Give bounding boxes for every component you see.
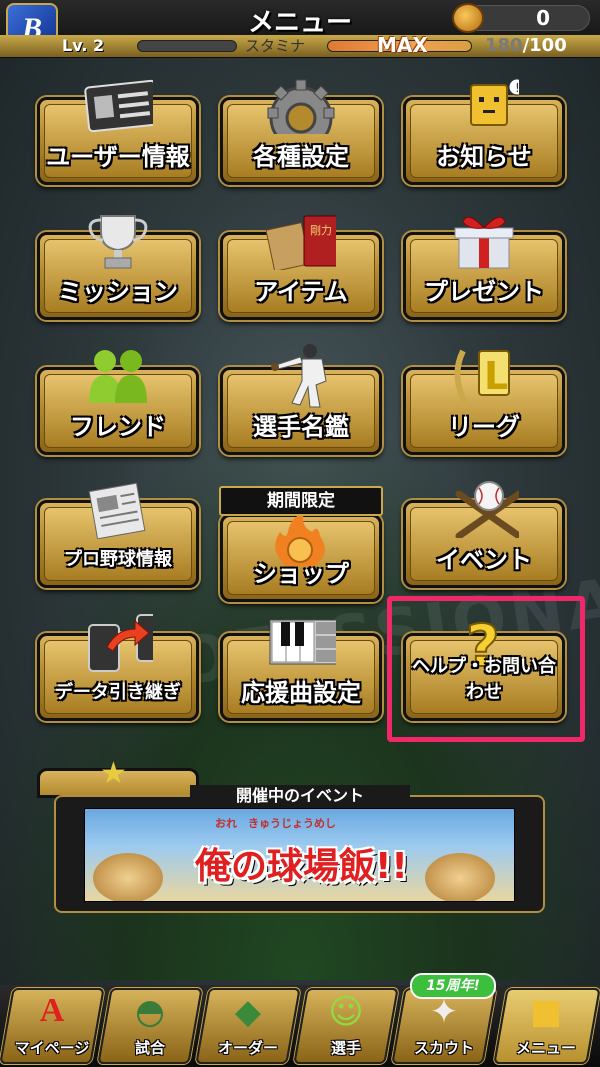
menu-data-transfer-label: データ引き継ぎ bbox=[55, 682, 181, 703]
menu-league-button[interactable]: L リーグ bbox=[403, 349, 565, 455]
stamina-label: スタミナ bbox=[245, 37, 306, 55]
piano-icon bbox=[266, 614, 336, 669]
menu-item-button[interactable]: 剛力 アイテム bbox=[220, 215, 382, 320]
svg-text:L: L bbox=[484, 354, 508, 398]
nav-order-label: オーダー bbox=[217, 1039, 278, 1057]
menu-data-transfer-button[interactable]: データ引き継ぎ bbox=[37, 613, 199, 721]
menu-settings-button[interactable]: 各種設定 bbox=[220, 79, 382, 185]
menu-news-button[interactable]: ! お知らせ bbox=[403, 78, 565, 185]
gear-icon bbox=[266, 78, 336, 134]
item-book-icon: 剛力 bbox=[266, 213, 336, 270]
menu-pro-baseball-info-button[interactable]: プロ野球情報 bbox=[37, 482, 199, 588]
nav-mypage-label: マイページ bbox=[14, 1039, 90, 1057]
mypage-a-icon: A bbox=[39, 992, 65, 1029]
menu-player-directory-label: 選手名鑑 bbox=[253, 413, 349, 441]
event-banner-ruby: おれ きゅうじょうめし bbox=[215, 817, 336, 830]
level-label: Lv. 2 bbox=[62, 36, 105, 55]
anniversary-badge: 15周年! bbox=[410, 973, 496, 999]
menu-present-label: プレゼント bbox=[424, 278, 544, 306]
nav-scout-label: スカウト bbox=[413, 1039, 474, 1057]
coin-value: 0 bbox=[536, 6, 550, 30]
player-icon: ☺ bbox=[328, 992, 364, 1032]
menu-friend-button[interactable]: フレンド bbox=[37, 349, 199, 455]
menu-league-label: リーグ bbox=[448, 413, 520, 441]
menu-pro-baseball-info-label: プロ野球情報 bbox=[64, 549, 172, 570]
nav-player-label: 選手 bbox=[330, 1039, 361, 1057]
menu-box-icon: ■ bbox=[529, 992, 563, 1032]
event-panel-title: 開催中のイベント bbox=[190, 785, 410, 807]
menu-cheer-song-button[interactable]: 応援曲設定 bbox=[220, 619, 382, 721]
gift-icon bbox=[449, 213, 519, 268]
nav-game-label: 試合 bbox=[134, 1039, 165, 1057]
food-plate-icon bbox=[93, 853, 163, 901]
menu-shop-button[interactable]: ショップ bbox=[220, 511, 382, 602]
trophy-icon bbox=[83, 213, 153, 268]
menu-friend-label: フレンド bbox=[70, 413, 166, 441]
league-laurel-icon: L bbox=[449, 348, 519, 404]
limited-time-badge: 期間限定 bbox=[219, 486, 383, 516]
menu-item-label: アイテム bbox=[254, 278, 348, 306]
pitcher-icon bbox=[266, 343, 336, 407]
menu-user-info-label: ユーザー情報 bbox=[46, 143, 190, 171]
id-card-icon bbox=[83, 78, 153, 133]
menu-shop-label: ショップ bbox=[253, 560, 349, 588]
svg-text:!: ! bbox=[515, 81, 519, 95]
menu-mission-label: ミッション bbox=[58, 278, 178, 306]
field-order-icon: ◆ bbox=[234, 992, 262, 1032]
notice-box-icon: ! bbox=[449, 78, 519, 133]
menu-news-label: お知らせ bbox=[436, 143, 532, 171]
ramen-bowl-icon bbox=[425, 853, 495, 901]
menu-cheer-song-label: 応援曲設定 bbox=[241, 679, 361, 707]
menu-settings-label: 各種設定 bbox=[253, 143, 349, 171]
menu-player-directory-button[interactable]: 選手名鑑 bbox=[220, 343, 382, 455]
stamina-max-label: MAX bbox=[377, 33, 428, 57]
event-banner-title: 俺の球場飯!! bbox=[195, 846, 408, 887]
nav-menu-label: メニュー bbox=[515, 1039, 576, 1057]
menu-present-button[interactable]: プレゼント bbox=[403, 216, 565, 320]
event-banner[interactable]: おれ きゅうじょうめし 俺の球場飯!! bbox=[84, 808, 515, 902]
menu-event-button[interactable]: イベント bbox=[403, 480, 565, 588]
svg-text:剛力: 剛力 bbox=[310, 224, 332, 237]
newspaper-icon bbox=[83, 481, 153, 539]
baseball-bats-icon bbox=[449, 480, 519, 538]
star-icon: ★ bbox=[100, 756, 127, 791]
menu-event-label: イベント bbox=[436, 546, 532, 574]
stamina-value: 180/100 bbox=[485, 35, 567, 56]
friends-icon bbox=[83, 348, 153, 403]
menu-user-info-button[interactable]: ユーザー情報 bbox=[37, 79, 199, 185]
stadium-icon: ◓ bbox=[135, 992, 165, 1032]
phone-transfer-icon bbox=[83, 613, 153, 672]
page-title: メニュー bbox=[247, 8, 352, 38]
level-progress bbox=[137, 40, 237, 52]
help-highlight-frame bbox=[387, 596, 585, 742]
menu-mission-button[interactable]: ミッション bbox=[37, 214, 199, 320]
